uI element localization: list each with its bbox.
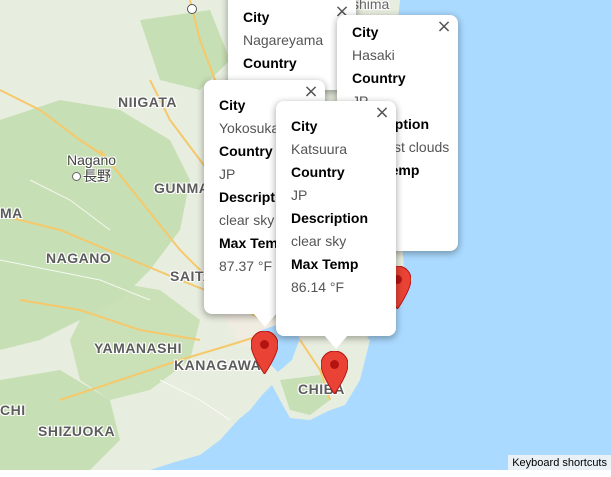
- close-icon[interactable]: ×: [434, 17, 454, 37]
- region-label-yamanashi: YAMANASHI: [94, 340, 182, 356]
- popup-country-label: Country: [352, 70, 406, 86]
- popup-country-label: Country: [291, 164, 345, 180]
- city-label-nagano: Nagano 長野: [67, 152, 116, 184]
- popup-description-value: clear sky: [291, 233, 347, 249]
- city-label-partial-top: shima: [352, 0, 390, 12]
- map-footer: [0, 470, 611, 477]
- region-label-gunma: GUNMA: [154, 180, 210, 196]
- region-label-partial-ma: MA: [0, 205, 23, 221]
- popup-city-label: City: [243, 9, 270, 25]
- map-canvas[interactable]: NIIGATA GUNMA NAGANO SAITAMA YAMANASHI K…: [0, 0, 611, 470]
- map-marker-yokosuka[interactable]: [251, 331, 278, 374]
- close-icon[interactable]: ×: [372, 103, 392, 123]
- popup-max-temp-value: 86.14 °F: [291, 279, 345, 295]
- info-window-katsuura: City Katsuura Country JP Description cle…: [276, 101, 396, 336]
- city-dot-icon: [187, 4, 197, 14]
- region-label-kanagawa: KANAGAWA: [174, 357, 262, 373]
- keyboard-shortcuts-button[interactable]: Keyboard shortcuts: [508, 455, 611, 470]
- region-label-nagano: NAGANO: [46, 250, 112, 266]
- info-window-tail: [324, 335, 348, 349]
- close-icon[interactable]: ×: [301, 82, 321, 102]
- info-window-tail: [253, 313, 277, 327]
- city-label-nagano-en: Nagano: [67, 152, 117, 168]
- popup-country-value: JP: [291, 187, 308, 203]
- popup-city-value: Hasaki: [352, 47, 395, 63]
- popup-city-label: City: [291, 118, 318, 134]
- region-label-niigata: NIIGATA: [118, 94, 177, 110]
- popup-description-label: Description: [291, 210, 369, 226]
- city-label-nagano-jp: 長野: [83, 168, 112, 184]
- popup-city-value: Nagareyama: [243, 32, 324, 48]
- popup-country-label: Country: [243, 55, 297, 71]
- region-label-partial-chi: CHI: [0, 402, 26, 418]
- map-marker-katsuura[interactable]: [321, 351, 348, 394]
- region-label-shizuoka: SHIZUOKA: [38, 423, 116, 439]
- city-dot-icon: [72, 171, 82, 181]
- popup-max-temp-label: Max Temp: [291, 256, 359, 272]
- popup-city-value: Katsuura: [291, 141, 348, 157]
